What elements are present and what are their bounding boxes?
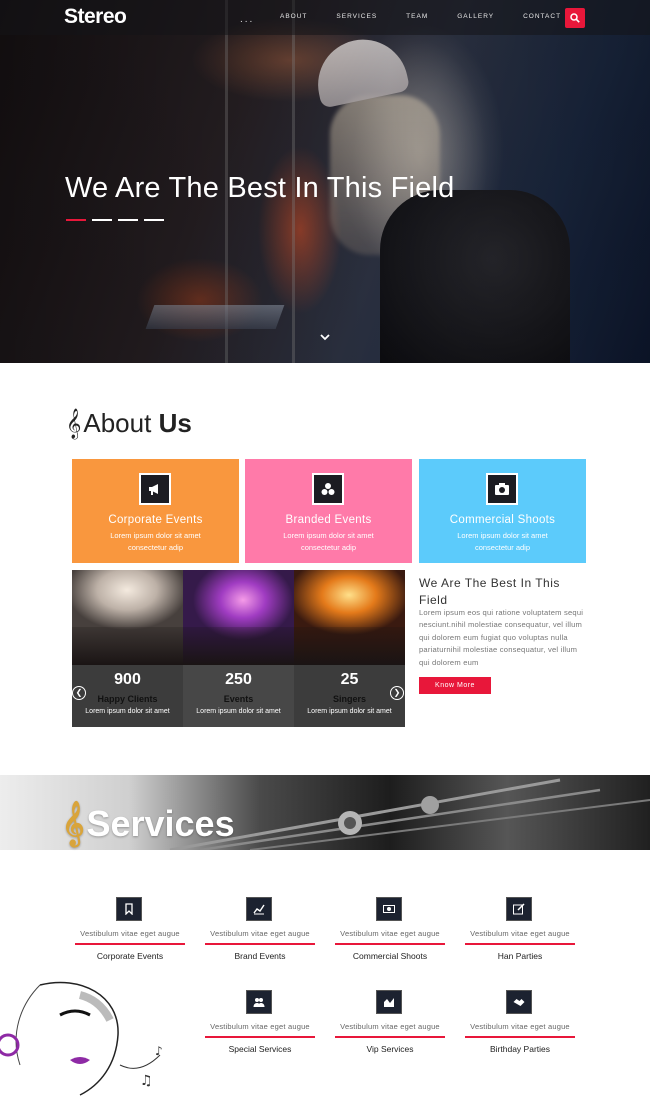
card-title: Commercial Shoots	[449, 514, 556, 526]
nav-item-gallery[interactable]: GALLERY	[457, 13, 494, 20]
singer-sketch-illustration: ♫ ♪	[0, 981, 163, 1096]
nav-more-dots[interactable]: ...	[240, 14, 254, 25]
about-card-corporate-events[interactable]: Corporate Events Lorem ipsum dolor sit a…	[72, 459, 239, 563]
card-desc-line: consectetur adip	[127, 543, 184, 552]
service-description: Vestibulum vitae eget augue	[210, 1022, 310, 1031]
stat-subtext: Lorem ipsum dolor sit amet	[85, 708, 170, 715]
stat-events: 250 Events Lorem ipsum dolor sit amet	[183, 665, 294, 727]
line-chart-icon	[246, 897, 272, 921]
service-divider	[335, 943, 445, 945]
service-name: Han Parties	[497, 951, 543, 961]
service-name: Commercial Shoots	[352, 951, 428, 961]
chevron-down-icon[interactable]	[320, 334, 330, 341]
service-divider	[465, 943, 575, 945]
services-section-title: 𝄞Services	[62, 800, 235, 846]
chevron-left-icon[interactable]: ❮	[72, 686, 86, 700]
card-title: Corporate Events	[108, 514, 203, 526]
stat-subtext: Lorem ipsum dolor sit amet	[307, 708, 392, 715]
handshake-icon	[506, 990, 532, 1014]
card-description: Lorem ipsum dolor sit amet consectetur a…	[72, 530, 239, 554]
about-title-bold: Us	[158, 408, 192, 438]
service-divider	[75, 943, 185, 945]
service-divider	[205, 1036, 315, 1038]
gallery-image-stage-lights	[294, 570, 405, 665]
camera-icon	[486, 473, 518, 505]
service-divider	[205, 943, 315, 945]
megaphone-icon	[139, 473, 171, 505]
edit-icon	[506, 897, 532, 921]
nav-menu: ABOUT SERVICES TEAM GALLERY CONTACT	[280, 13, 590, 20]
crowd-silhouette	[294, 627, 405, 665]
underline-dash	[144, 219, 164, 221]
service-description: Vestibulum vitae eget augue	[80, 929, 180, 938]
stat-number: 25	[340, 671, 359, 688]
treble-clef-icon: 𝄞	[66, 409, 82, 439]
about-gallery-slider: 900 Happy Clients Lorem ipsum dolor sit …	[72, 570, 405, 727]
card-desc-line: consectetur adip	[474, 543, 531, 552]
crowd-silhouette	[72, 627, 183, 665]
bookmark-icon	[116, 897, 142, 921]
gallery-image-phone-concert	[183, 570, 294, 665]
service-name: Birthday Parties	[490, 1044, 550, 1054]
about-card-commercial-shoots[interactable]: Commercial Shoots Lorem ipsum dolor sit …	[419, 459, 586, 563]
stat-number: 900	[114, 671, 141, 688]
about-card-branded-events[interactable]: Branded Events Lorem ipsum dolor sit ame…	[245, 459, 412, 563]
know-more-button[interactable]: Know More	[419, 677, 491, 694]
svg-text:♪: ♪	[155, 1044, 163, 1058]
card-description: Lorem ipsum dolor sit amet consectetur a…	[245, 530, 412, 554]
service-description: Vestibulum vitae eget augue	[470, 929, 570, 938]
stat-label: Singers	[332, 694, 366, 704]
about-side-title: We Are The Best In This Field	[419, 576, 560, 607]
hero-title-underline	[66, 219, 164, 221]
nav-item-services[interactable]: SERVICES	[336, 13, 377, 20]
boxes-icon	[312, 473, 344, 505]
card-desc-line: Lorem ipsum dolor sit amet	[283, 531, 374, 540]
card-desc-line: consectetur adip	[300, 543, 357, 552]
service-description: Vestibulum vitae eget augue	[340, 929, 440, 938]
card-desc-line: Lorem ipsum dolor sit amet	[110, 531, 201, 540]
service-description: Vestibulum vitae eget augue	[210, 929, 310, 938]
treble-clef-icon: 𝄞	[62, 800, 85, 845]
crowd-silhouette	[183, 627, 294, 665]
underline-dash	[118, 219, 138, 221]
stat-singers: 25 Singers Lorem ipsum dolor sit amet	[294, 665, 405, 727]
card-title: Branded Events	[285, 514, 372, 526]
service-divider	[465, 1036, 575, 1038]
stat-happy-clients: 900 Happy Clients Lorem ipsum dolor sit …	[72, 665, 183, 727]
about-side-text: Lorem ipsum eos qui ratione voluptatem s…	[419, 608, 584, 667]
stat-subtext: Lorem ipsum dolor sit amet	[196, 708, 281, 715]
stat-label: Happy Clients	[97, 694, 158, 704]
stat-label: Events	[223, 694, 254, 704]
users-icon	[246, 990, 272, 1014]
service-name: Brand Events	[234, 951, 286, 961]
service-description: Vestibulum vitae eget augue	[340, 1022, 440, 1031]
site-logo[interactable]: Stereo	[64, 5, 127, 29]
gallery-image-concert-crowd	[72, 570, 183, 665]
about-section-title: 𝄞About Us	[66, 408, 192, 440]
underline-dash	[92, 219, 112, 221]
about-title-light: About	[83, 408, 152, 438]
area-chart-icon	[376, 990, 402, 1014]
card-desc-line: Lorem ipsum dolor sit amet	[457, 531, 548, 540]
nav-item-team[interactable]: TEAM	[406, 13, 428, 20]
card-description: Lorem ipsum dolor sit amet consectetur a…	[419, 530, 586, 554]
top-navbar: Stereo ... ABOUT SERVICES TEAM GALLERY C…	[0, 0, 650, 35]
search-icon	[570, 13, 580, 23]
nav-item-about[interactable]: ABOUT	[280, 13, 307, 20]
svg-text:♫: ♫	[140, 1073, 153, 1089]
underline-red-dash	[66, 219, 86, 221]
hero-title: We Are The Best In This Field	[65, 172, 455, 204]
nav-item-contact[interactable]: CONTACT	[523, 13, 561, 20]
service-name: Special Services	[228, 1044, 292, 1054]
services-title-text: Services	[86, 803, 235, 844]
service-name: Vip Services	[366, 1044, 414, 1054]
money-icon	[376, 897, 402, 921]
service-divider	[335, 1036, 445, 1038]
service-name: Corporate Events	[96, 951, 164, 961]
stat-number: 250	[225, 671, 252, 688]
search-button[interactable]	[565, 8, 585, 28]
service-description: Vestibulum vitae eget augue	[470, 1022, 570, 1031]
chevron-right-icon[interactable]: ❯	[390, 686, 404, 700]
